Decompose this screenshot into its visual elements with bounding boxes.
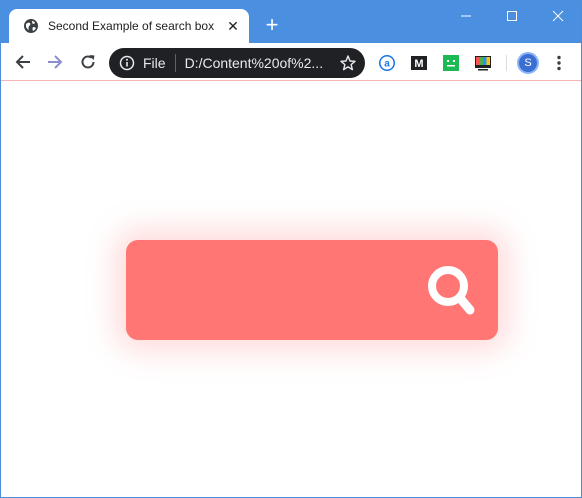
- m-extension-icon[interactable]: M: [410, 54, 428, 72]
- back-button[interactable]: [12, 51, 34, 73]
- reload-button[interactable]: [77, 51, 99, 73]
- tv-extension-icon[interactable]: [474, 54, 492, 72]
- new-tab-button[interactable]: +: [263, 14, 281, 36]
- close-window-button[interactable]: [535, 1, 581, 31]
- search-box: [126, 240, 498, 340]
- forward-button[interactable]: [44, 51, 66, 73]
- address-bar[interactable]: File D:/Content%20of%2...: [109, 48, 365, 78]
- search-icon: [428, 266, 475, 315]
- browser-window: Second Example of search box ✕ + File D:…: [0, 0, 582, 498]
- maximize-icon: [507, 11, 517, 21]
- info-icon[interactable]: [119, 55, 135, 71]
- browser-toolbar: File D:/Content%20of%2... a M S: [1, 43, 581, 81]
- globe-icon: [24, 19, 38, 33]
- search-input[interactable]: [146, 265, 416, 315]
- close-icon: [552, 10, 564, 22]
- url-text[interactable]: D:/Content%20of%2...: [185, 55, 323, 71]
- svg-text:a: a: [384, 59, 390, 70]
- arrow-left-icon: [15, 55, 30, 69]
- arrow-right-icon: [48, 55, 63, 69]
- svg-text:M: M: [414, 58, 423, 70]
- a-extension-icon[interactable]: a: [378, 54, 396, 72]
- active-tab[interactable]: Second Example of search box ✕: [9, 9, 249, 43]
- close-tab-icon[interactable]: ✕: [225, 18, 241, 34]
- minimize-icon: [461, 15, 471, 17]
- page-content: [1, 82, 581, 497]
- more-menu-icon[interactable]: [553, 54, 565, 72]
- tab-title: Second Example of search box: [48, 19, 215, 33]
- green-extension-icon[interactable]: [442, 54, 460, 72]
- maximize-button[interactable]: [489, 1, 535, 31]
- profile-avatar[interactable]: S: [517, 52, 539, 74]
- url-scheme-label: File: [143, 55, 166, 71]
- minimize-button[interactable]: [443, 1, 489, 31]
- tab-strip: Second Example of search box ✕ +: [1, 1, 581, 43]
- search-button[interactable]: [426, 264, 478, 318]
- reload-icon: [81, 55, 95, 69]
- address-separator: [174, 54, 176, 72]
- toolbar-separator: [506, 55, 507, 71]
- star-icon[interactable]: [339, 54, 357, 72]
